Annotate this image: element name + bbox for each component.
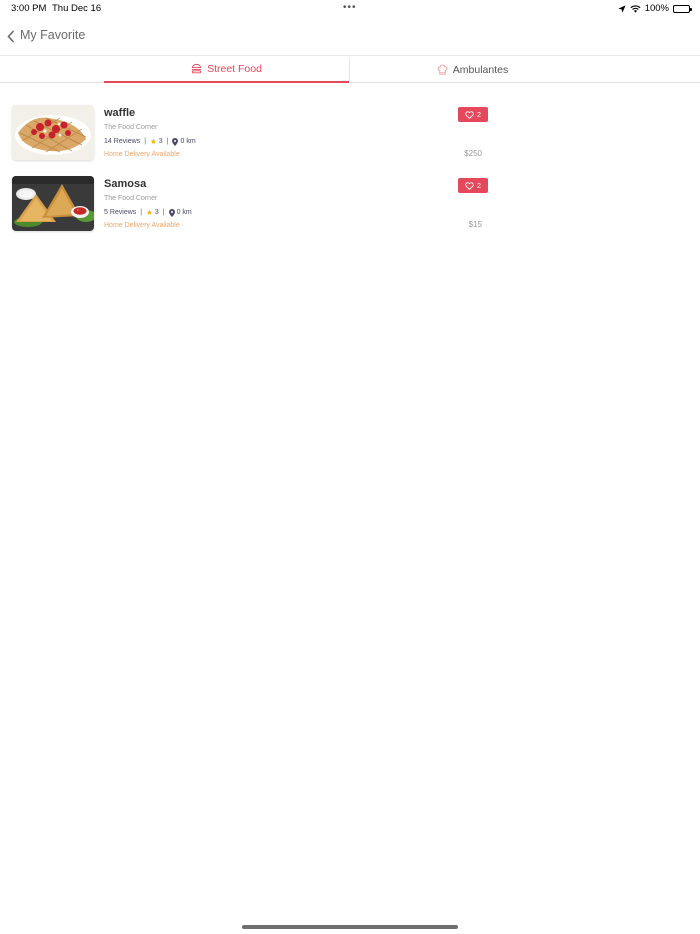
item-reviews: 14 Reviews — [104, 138, 141, 145]
favorite-count: 2 — [476, 181, 482, 190]
delivery-status: Home Delivery Available — [104, 222, 180, 229]
item-rating: 3 — [154, 209, 159, 216]
page-title: My Favorite — [20, 28, 86, 42]
favorite-count: 2 — [476, 110, 482, 119]
item-rating: 3 — [158, 138, 163, 145]
item-vendor: The Food Corner — [104, 195, 158, 202]
tab-street-food-label: Street Food — [207, 62, 262, 75]
multitasking-dots-icon[interactable]: ••• — [343, 2, 357, 13]
burger-icon — [191, 63, 202, 74]
heart-icon — [465, 181, 474, 190]
status-time: 3:00 PM — [11, 3, 47, 14]
item-meta: 5 Reviews | ★ 3 | 0 km — [104, 208, 192, 217]
battery-percent: 100% — [644, 3, 669, 14]
chevron-left-icon — [7, 29, 15, 43]
item-distance: 0 km — [176, 209, 192, 216]
favorite-button[interactable]: 2 — [458, 107, 488, 122]
star-icon: ★ — [150, 137, 157, 146]
battery-icon — [673, 4, 692, 13]
item-name: waffle — [104, 107, 136, 119]
item-vendor: The Food Corner — [104, 124, 158, 131]
status-right: 100% — [618, 3, 692, 14]
samosa-image[interactable] — [12, 176, 94, 231]
tab-bar: Street Food Ambulantes — [0, 55, 700, 83]
home-indicator[interactable] — [242, 925, 458, 929]
item-price: $15 — [468, 220, 482, 229]
meta-separator: | — [166, 138, 169, 145]
waffle-image[interactable] — [12, 105, 94, 160]
tab-ambulantes[interactable]: Ambulantes — [350, 56, 595, 83]
list-item[interactable]: Samosa The Food Corner 5 Reviews | ★ 3 |… — [0, 175, 700, 246]
status-date: Thu Dec 16 — [52, 3, 102, 14]
chef-hat-icon — [437, 64, 448, 75]
delivery-status: Home Delivery Available — [104, 151, 180, 158]
meta-separator: | — [140, 209, 143, 216]
item-distance: 0 km — [180, 138, 196, 145]
tab-street-food[interactable]: Street Food — [104, 56, 349, 83]
favorite-button[interactable]: 2 — [458, 178, 488, 193]
map-pin-icon — [168, 208, 175, 217]
item-price: $250 — [464, 149, 482, 158]
item-name: Samosa — [104, 178, 147, 190]
wifi-icon — [630, 4, 641, 13]
list-item[interactable]: waffle The Food Corner 14 Reviews | ★ 3 … — [0, 104, 700, 175]
item-reviews: 5 Reviews — [104, 209, 137, 216]
heart-icon — [465, 110, 474, 119]
nav-bar: My Favorite — [0, 18, 700, 54]
meta-separator: | — [144, 138, 147, 145]
meta-separator: | — [162, 209, 165, 216]
map-pin-icon — [172, 137, 179, 146]
back-button[interactable] — [4, 26, 18, 46]
tab-ambulantes-label: Ambulantes — [452, 63, 509, 76]
favorite-list: waffle The Food Corner 14 Reviews | ★ 3 … — [0, 104, 700, 246]
location-arrow-icon — [618, 4, 626, 13]
star-icon: ★ — [146, 208, 153, 217]
item-meta: 14 Reviews | ★ 3 | 0 km — [104, 137, 196, 146]
status-bar: 3:00 PM Thu Dec 16 ••• 100% — [0, 0, 700, 18]
